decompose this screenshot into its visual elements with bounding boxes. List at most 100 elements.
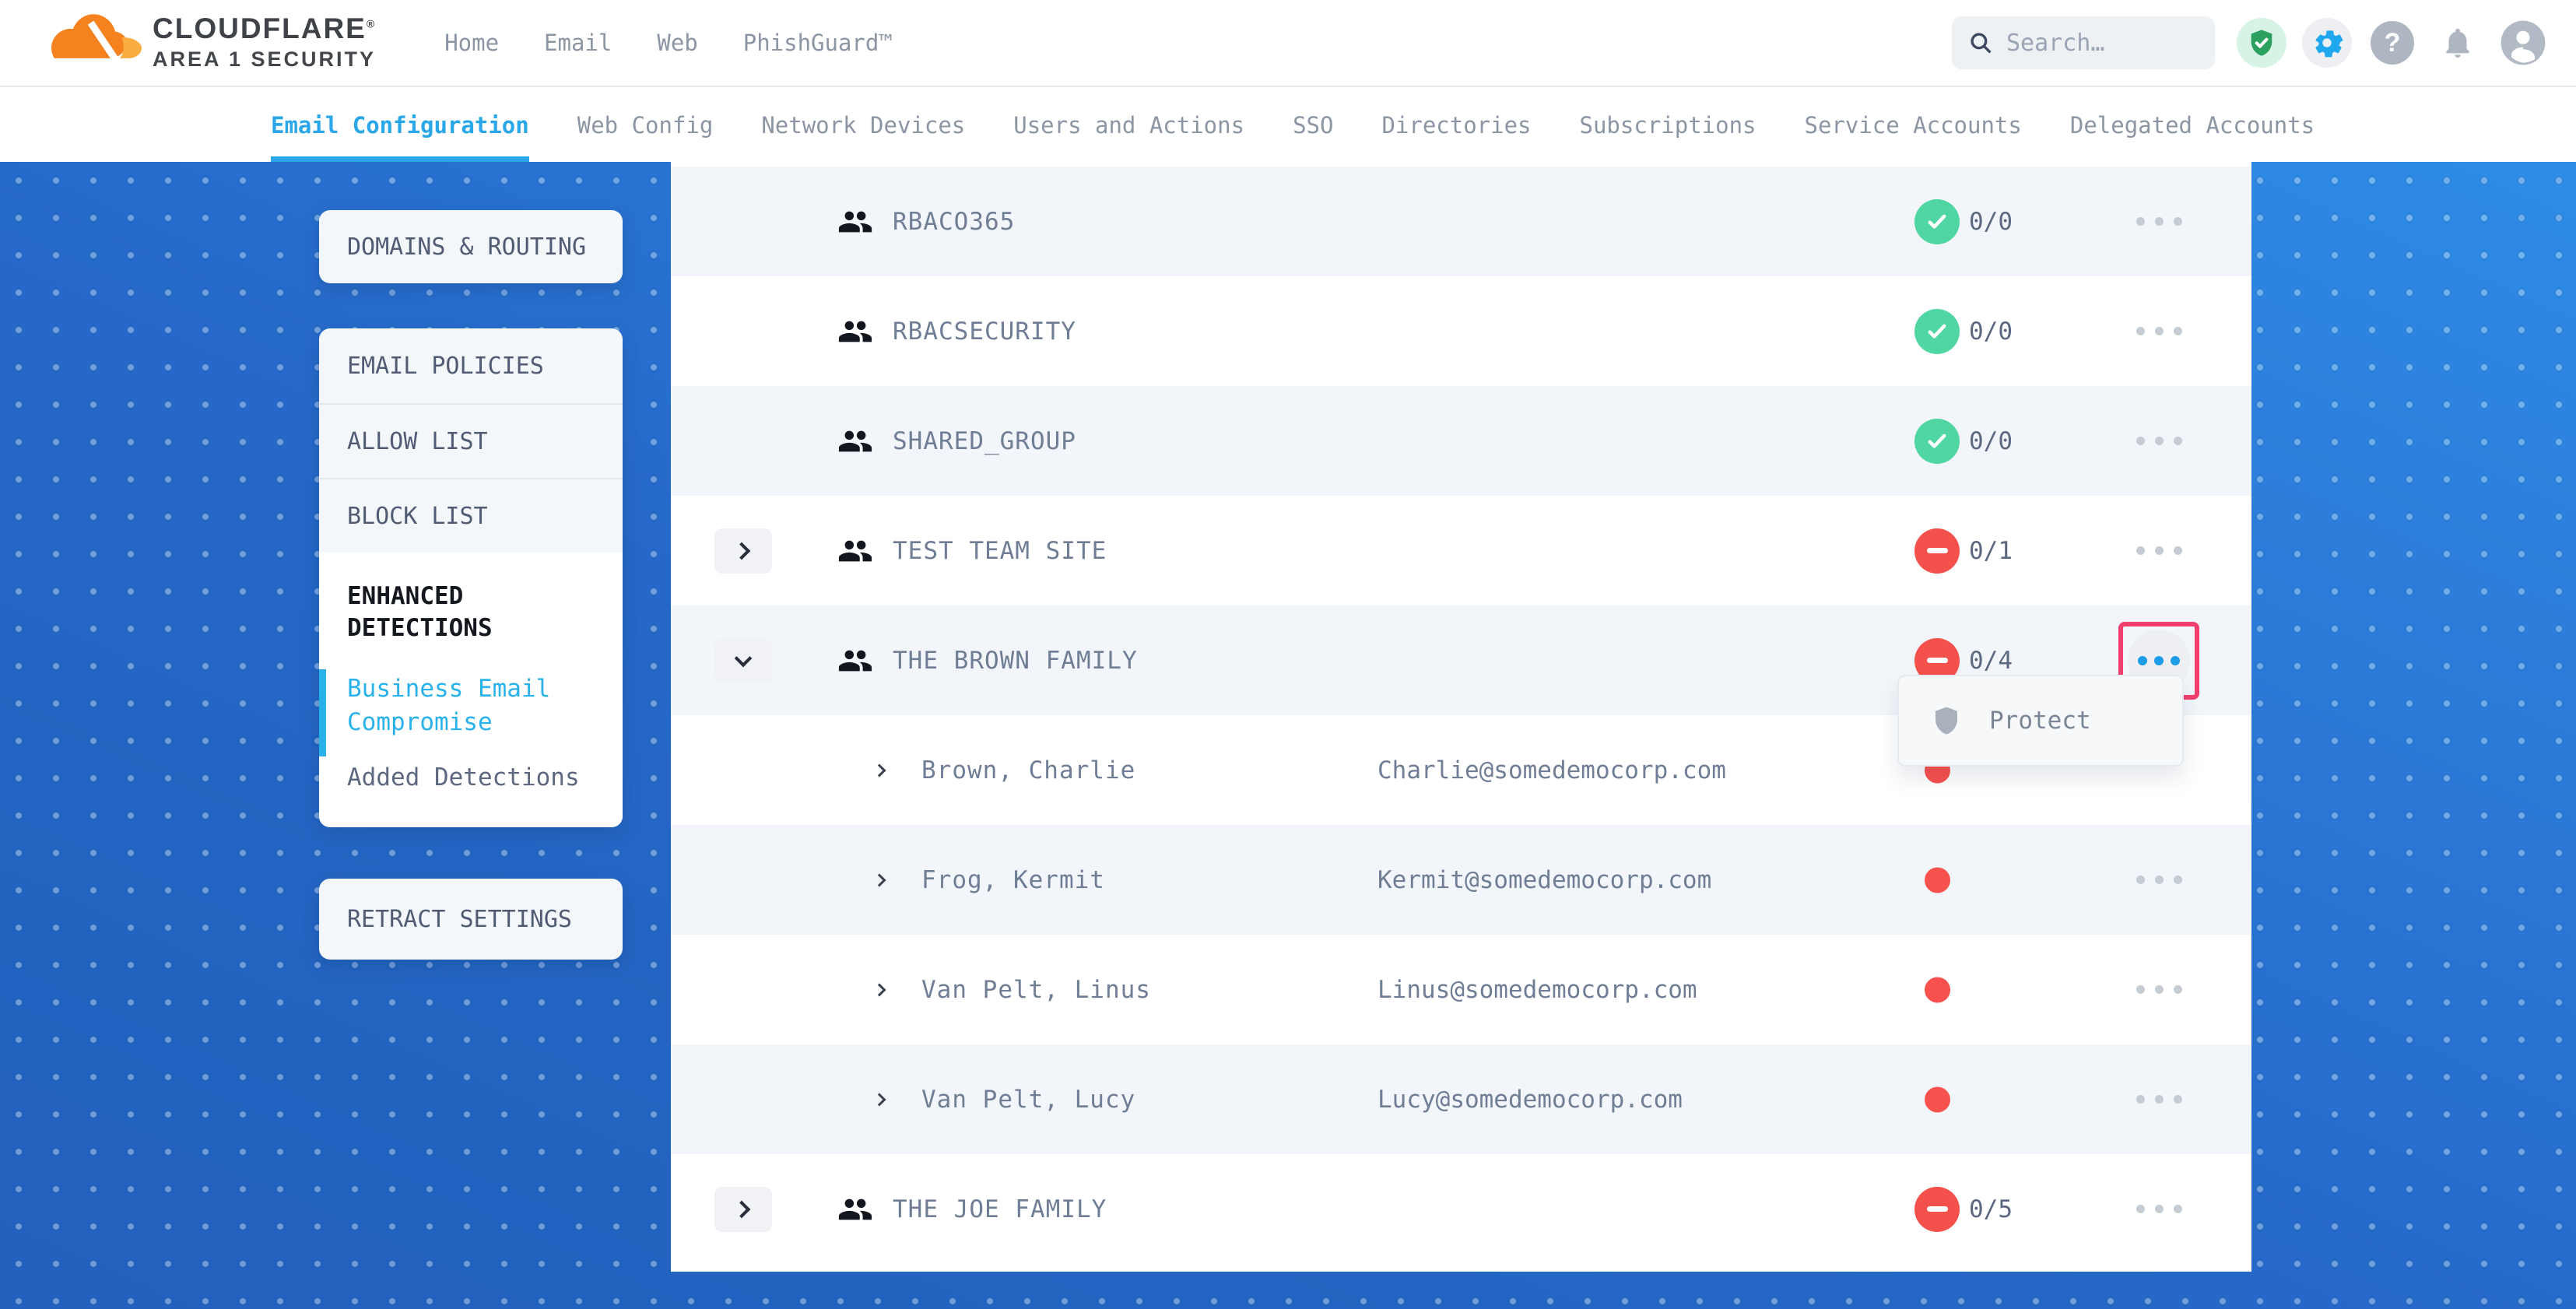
table-row-van-pelt-lucy: Van Pelt, Lucy Lucy@somedemocorp.com (671, 1044, 2251, 1154)
member-name: Van Pelt, Lucy (921, 1086, 1135, 1114)
chevron-right-icon[interactable] (873, 1093, 886, 1106)
more-menu-button[interactable] (2120, 849, 2198, 911)
collapse-row-button[interactable] (714, 638, 772, 683)
expand-row-button[interactable] (714, 1187, 772, 1232)
registered-mark: ® (367, 18, 376, 30)
more-menu-button[interactable] (2120, 1178, 2198, 1241)
expand-row-button[interactable] (714, 528, 772, 574)
search-box[interactable] (1952, 16, 2215, 69)
table-row-frog-kermit: Frog, Kermit Kermit@somedemocorp.com (671, 825, 2251, 935)
status-ok-icon (1914, 309, 1960, 354)
more-menu-button[interactable] (2120, 300, 2198, 363)
more-menu-button[interactable] (2120, 410, 2198, 472)
group-name: SHARED_GROUP (893, 427, 1076, 455)
sidebar-item-domains-routing[interactable]: DOMAINS & ROUTING (319, 210, 623, 283)
status-blocked-icon (1914, 1187, 1960, 1232)
tab-subscriptions[interactable]: Subscriptions (1580, 89, 1757, 162)
chevron-right-icon (733, 1200, 751, 1218)
enhanced-detections-title[interactable]: ENHANCED DETECTIONS (347, 581, 595, 644)
more-menu-button[interactable] (2120, 520, 2198, 582)
group-name: THE JOE FAMILY (893, 1195, 1107, 1223)
protection-count: 0/5 (1969, 1195, 2013, 1223)
table-row-rbacsecurity: RBACSECURITY 0/0 (671, 276, 2251, 386)
group-icon (837, 423, 873, 459)
member-email: Charlie@somedemocorp.com (1377, 756, 1726, 784)
member-email: Lucy@somedemocorp.com (1377, 1086, 1683, 1114)
tab-users-and-actions[interactable]: Users and Actions (1013, 89, 1244, 162)
sidebar-item-email-policies[interactable]: EMAIL POLICIES (319, 328, 623, 403)
chevron-right-icon[interactable] (873, 873, 886, 886)
protection-count: 0/0 (1969, 427, 2013, 455)
search-input[interactable] (2006, 30, 2178, 57)
more-menu-button[interactable] (2120, 959, 2198, 1021)
sidebar-item-block-list[interactable]: BLOCK LIST (319, 478, 623, 553)
topbar-icon-cluster: ? (2237, 18, 2548, 68)
shield-check-icon[interactable] (2237, 18, 2286, 68)
status-dot (1925, 1086, 1950, 1112)
cloudflare-logo[interactable]: CLOUDFLARE® AREA 1 SECURITY (51, 14, 376, 72)
settings-gear-icon[interactable] (2302, 18, 2352, 68)
tab-web-config[interactable]: Web Config (577, 89, 714, 162)
protection-count: 0/0 (1969, 318, 2013, 346)
group-icon (837, 533, 873, 569)
group-name: TEST TEAM SITE (893, 537, 1107, 565)
group-icon (837, 314, 873, 349)
table-row-test-team-site: TEST TEAM SITE 0/1 (671, 496, 2251, 605)
member-email: Kermit@somedemocorp.com (1377, 866, 1711, 894)
member-name: Van Pelt, Linus (921, 976, 1151, 1004)
tab-email-configuration[interactable]: Email Configuration (271, 89, 529, 162)
product-name: AREA 1 SECURITY (153, 47, 376, 72)
cloudflare-cloud-icon (51, 14, 142, 72)
section-tabs: Email Configuration Web Config Network D… (0, 89, 2576, 162)
group-icon (837, 204, 873, 240)
chevron-right-icon[interactable] (873, 983, 886, 996)
table-row-the-joe-family: THE JOE FAMILY 0/5 (671, 1154, 2251, 1264)
menu-item-protect[interactable]: Protect (1989, 707, 2091, 735)
member-email: Linus@somedemocorp.com (1377, 976, 1697, 1004)
sidebar: DOMAINS & ROUTING EMAIL POLICIES ALLOW L… (319, 210, 623, 960)
active-item-indicator (319, 669, 326, 756)
sidebar-item-business-email-compromise[interactable]: Business Email Compromise (347, 672, 595, 739)
help-icon[interactable]: ? (2371, 21, 2414, 65)
notifications-bell-icon[interactable] (2433, 18, 2483, 68)
more-menu-button[interactable] (2120, 191, 2198, 253)
user-avatar-icon[interactable] (2498, 18, 2548, 68)
sidebar-section-enhanced-detections: ENHANCED DETECTIONS Business Email Compr… (319, 553, 623, 827)
tab-service-accounts[interactable]: Service Accounts (1805, 89, 2022, 162)
tab-directories[interactable]: Directories (1381, 89, 1531, 162)
table-row-rbaco365: RBACO365 0/0 (671, 167, 2251, 276)
sidebar-item-added-detections[interactable]: Added Detections (347, 763, 595, 791)
nav-email[interactable]: Email (544, 30, 612, 56)
protection-count: 0/0 (1969, 208, 2013, 236)
nav-web[interactable]: Web (657, 30, 697, 56)
group-name: THE BROWN FAMILY (893, 647, 1138, 675)
protection-count: 0/4 (1969, 647, 2013, 675)
search-icon (1967, 30, 1994, 56)
chevron-down-icon (735, 649, 753, 667)
shield-icon (1930, 704, 1963, 737)
sidebar-item-retract-settings[interactable]: RETRACT SETTINGS (319, 879, 623, 960)
sidebar-policies-card: EMAIL POLICIES ALLOW LIST BLOCK LIST ENH… (319, 328, 623, 827)
tab-delegated-accounts[interactable]: Delegated Accounts (2070, 89, 2315, 162)
table-row-shared-group: SHARED_GROUP 0/0 (671, 386, 2251, 496)
nav-home[interactable]: Home (444, 30, 499, 56)
status-dot (1925, 867, 1950, 893)
top-bar: CLOUDFLARE® AREA 1 SECURITY Home Email W… (0, 0, 2576, 87)
table-row-van-pelt-linus: Van Pelt, Linus Linus@somedemocorp.com (671, 935, 2251, 1044)
more-menu-button[interactable] (2120, 1069, 2198, 1131)
member-name: Brown, Charlie (921, 756, 1135, 784)
group-name: RBACSECURITY (893, 318, 1076, 346)
content-area: DOMAINS & ROUTING EMAIL POLICIES ALLOW L… (0, 162, 2576, 1309)
nav-phishguard[interactable]: PhishGuard™ (743, 30, 893, 56)
sidebar-item-allow-list[interactable]: ALLOW LIST (319, 403, 623, 478)
tab-sso[interactable]: SSO (1293, 89, 1333, 162)
status-ok-icon (1914, 419, 1960, 464)
primary-nav: Home Email Web PhishGuard™ (444, 30, 893, 56)
chevron-right-icon (733, 542, 751, 560)
page: CLOUDFLARE® AREA 1 SECURITY Home Email W… (0, 0, 2576, 1309)
directory-table: RBACO365 0/0 RBACSECURITY 0/0 SHARED_GRO… (671, 162, 2251, 1272)
tab-network-devices[interactable]: Network Devices (761, 89, 965, 162)
protection-count: 0/1 (1969, 537, 2013, 565)
group-icon (837, 643, 873, 679)
chevron-right-icon[interactable] (873, 763, 886, 777)
